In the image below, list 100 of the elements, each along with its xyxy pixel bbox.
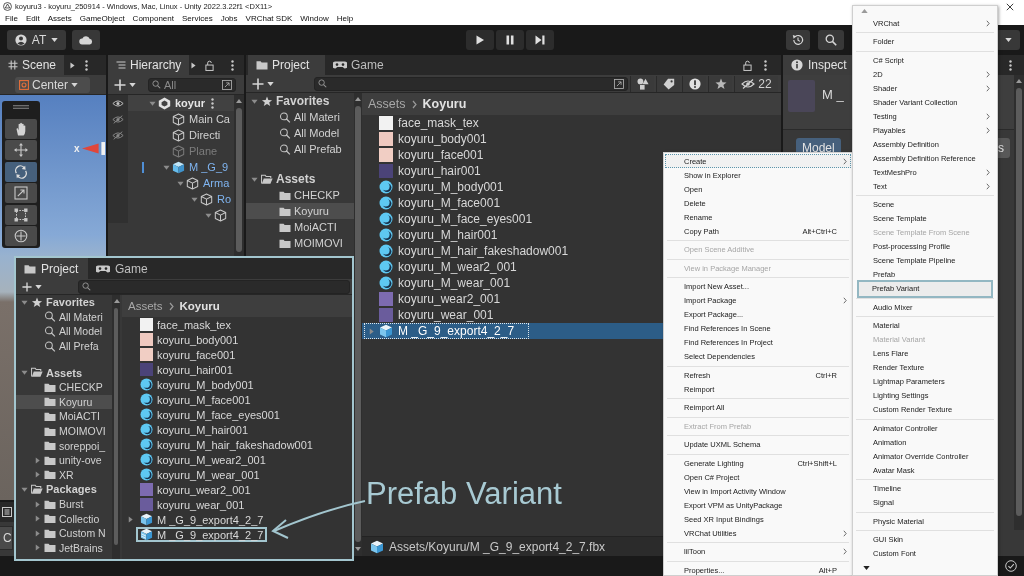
folder-tree-item[interactable]: MOIMOVI [246, 235, 354, 251]
search-field[interactable] [314, 76, 628, 91]
menu-item[interactable]: Edit [21, 13, 44, 25]
more-menu-icon[interactable] [85, 59, 89, 71]
hierarchy-item[interactable]: Arma [108, 175, 234, 191]
asset-item[interactable]: face_mask_tex [362, 115, 781, 131]
eye-slash-icon[interactable] [112, 130, 124, 140]
folder-tree-item[interactable]: Burst [16, 496, 112, 512]
foldout-arrow-icon[interactable] [20, 369, 28, 377]
tab[interactable]: Hierarchy [108, 55, 190, 75]
close-icon[interactable] [1006, 2, 1014, 11]
breadcrumb-item[interactable]: Assets [368, 97, 406, 111]
asset-item[interactable]: koyuru_body001 [122, 332, 352, 347]
menu-item[interactable]: Help [332, 13, 358, 25]
eye-icon[interactable] [112, 98, 124, 108]
folder-tree-item[interactable]: Favorites [246, 93, 354, 109]
menu-item[interactable]: File [1, 13, 22, 25]
hierarchy-item[interactable]: Ro [108, 191, 234, 207]
foldout-arrow-icon[interactable] [33, 471, 41, 479]
folder-tree-item[interactable]: All Model [16, 324, 112, 339]
scrollbar[interactable] [234, 95, 244, 256]
layout-dropdown[interactable] [996, 30, 1020, 50]
breadcrumb-item[interactable]: Koyuru [422, 97, 467, 111]
asset-item[interactable]: koyuru_wear_001 [122, 497, 352, 512]
menu-item[interactable]: Component [128, 13, 178, 25]
foldout-arrow-icon[interactable] [20, 485, 28, 493]
menu-item[interactable]: Window [296, 13, 333, 25]
folder-tree-item[interactable]: Packages [16, 482, 112, 497]
hierarchy-item[interactable]: Main Ca [108, 111, 234, 127]
add-button[interactable] [22, 279, 42, 294]
asset-item[interactable]: koyuru_M_hair_fakeshadow001 [122, 437, 352, 452]
asset-item[interactable]: koyuru_M_hair001 [122, 422, 352, 437]
scroll-down-icon[interactable] [863, 566, 870, 570]
folder-tree-item[interactable]: unity-ove [16, 452, 112, 468]
tab[interactable]: Game [88, 258, 156, 279]
lock-icon[interactable] [743, 59, 752, 71]
folder-tree-item[interactable]: Custom N [16, 525, 112, 541]
search-button[interactable] [818, 30, 844, 50]
pause-button[interactable] [496, 30, 524, 50]
foldout-arrow-icon[interactable] [204, 211, 212, 219]
pivot-dropdown[interactable]: Center [15, 76, 90, 93]
menu-item[interactable]: Jobs [216, 13, 242, 25]
foldout-arrow-icon[interactable] [250, 175, 258, 183]
tab[interactable]: Inspect [783, 55, 855, 75]
tool-button[interactable] [5, 226, 37, 246]
lock-icon[interactable] [205, 59, 215, 71]
folder-tree-item[interactable]: All Model [246, 125, 354, 141]
folder-tree-item[interactable]: Koyuru [246, 203, 354, 219]
foldout-arrow-icon[interactable] [20, 298, 28, 306]
tab[interactable]: Project [16, 258, 88, 279]
play-button[interactable] [466, 30, 494, 50]
foldout-arrow-icon[interactable] [33, 529, 41, 537]
menu-item[interactable]: VRChat SDK [241, 13, 297, 25]
asset-item[interactable]: koyuru_body001 [362, 131, 781, 147]
folder-tree-item[interactable]: All Prefa [16, 338, 112, 354]
tool-button[interactable] [5, 204, 37, 225]
folder-tree-item[interactable]: JetBrains [16, 540, 112, 556]
hierarchy-item[interactable]: M _G_9 [108, 159, 234, 175]
folder-tree-item[interactable]: MoiACTI [246, 219, 354, 235]
hierarchy-item[interactable]: koyur [108, 95, 234, 111]
folder-tree-item[interactable]: MOIMOVI [16, 423, 112, 439]
foldout-arrow-icon[interactable] [33, 456, 41, 464]
tab[interactable]: Project [248, 55, 325, 75]
foldout-arrow-icon[interactable] [33, 515, 41, 523]
folder-tree-item[interactable]: MoiACTI [16, 409, 112, 424]
account-button[interactable]: AT [7, 30, 66, 50]
foldout-arrow-icon[interactable] [148, 99, 156, 107]
check-circle-icon[interactable] [1005, 560, 1017, 572]
foldout-arrow-icon[interactable] [33, 500, 41, 508]
triangle-right-icon[interactable] [70, 61, 76, 69]
folder-tree-item[interactable]: Assets [246, 171, 354, 187]
breadcrumb-item[interactable]: Assets [128, 300, 163, 312]
asset-item[interactable]: koyuru_hair001 [122, 362, 352, 377]
search-field[interactable] [78, 279, 350, 294]
menu-item[interactable]: GameObject [75, 13, 129, 25]
folder-tree-item[interactable]: CHECKP [16, 379, 112, 395]
history-button[interactable] [786, 30, 810, 50]
asset-item[interactable]: koyuru_wear2_001 [122, 482, 352, 497]
folder-tree-item[interactable]: CHECKP [246, 187, 354, 203]
asset-item[interactable]: face_mask_tex [122, 317, 352, 332]
asset-item[interactable]: koyuru_face001 [122, 347, 352, 362]
triangle-right-icon[interactable] [191, 61, 197, 69]
asset-item[interactable]: M _G_9_export4_2_7 [122, 512, 352, 527]
axis-cone-icon[interactable] [82, 142, 106, 155]
more-menu-icon[interactable] [231, 59, 234, 71]
foldout-arrow-icon[interactable] [162, 163, 170, 171]
box-arrow-icon[interactable] [614, 78, 624, 89]
foldout-arrow-icon[interactable] [250, 97, 258, 105]
asset-item[interactable]: koyuru_M_body001 [122, 377, 352, 392]
hierarchy-item[interactable]: Directi [108, 127, 234, 143]
folder-tree-item[interactable]: soreppoi_ [16, 438, 112, 453]
eye-slash-icon[interactable] [112, 114, 124, 124]
grip-icon[interactable] [13, 105, 29, 109]
folder-tree-item[interactable]: All Materi [16, 309, 112, 325]
foldout-arrow-icon[interactable] [190, 195, 198, 203]
folder-tree-item[interactable]: All Materi [246, 109, 354, 125]
tool-button[interactable] [5, 118, 37, 139]
folder-tree-item[interactable]: All Prefab [246, 141, 354, 157]
tool-button[interactable] [5, 161, 37, 182]
folder-tree-item[interactable]: XR [16, 467, 112, 483]
